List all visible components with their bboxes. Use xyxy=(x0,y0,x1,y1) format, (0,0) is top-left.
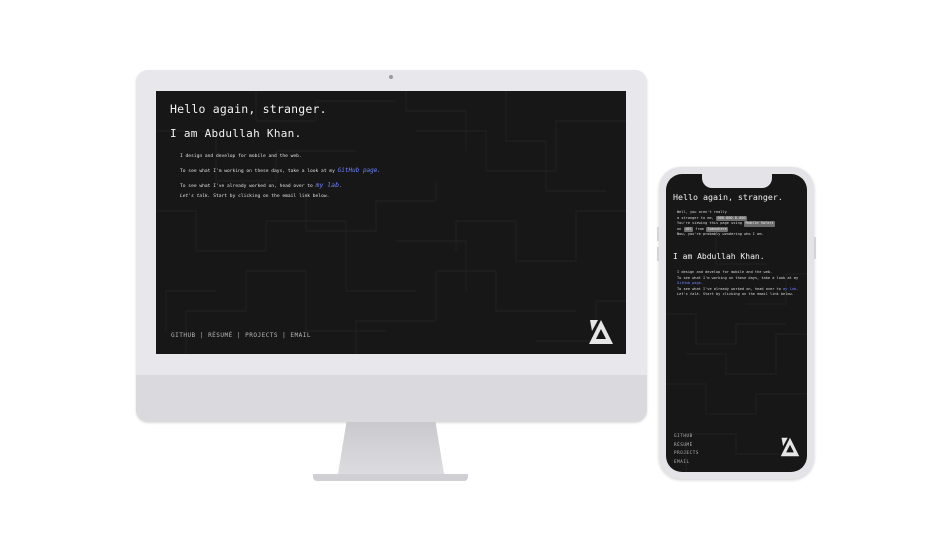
monitor-stand-neck xyxy=(338,422,444,474)
mobile-nav-projects-link[interactable]: PROJECTS xyxy=(674,449,699,458)
mobile-body-line-2: To see what I'm working on these days, t… xyxy=(677,276,803,287)
desktop-screen: Hello again, stranger. I am Abdullah Kha… xyxy=(156,91,626,354)
mobile-body-line-3-end: . xyxy=(796,286,799,291)
phone-side-button xyxy=(657,227,659,241)
logo-icon xyxy=(589,320,613,344)
desktop-monitor: Hello again, stranger. I am Abdullah Kha… xyxy=(136,70,647,422)
mobile-intro-line-4-text: on xyxy=(677,226,684,231)
intro-text: I design and develop for mobile and the … xyxy=(180,153,480,200)
nav-email-link[interactable]: EMAIL xyxy=(290,332,311,339)
mobile-intro-text: I design and develop for mobile and the … xyxy=(677,270,803,298)
mobile-intro-line-2-text: a stranger to me, xyxy=(677,215,716,220)
intro-line-2-end: . xyxy=(377,169,381,174)
mobile-name-heading: I am Abdullah Khan. xyxy=(673,252,765,261)
mobile-logo-icon xyxy=(780,437,800,457)
mobile-body-line-2-end: . xyxy=(700,281,703,286)
nav-separator: | xyxy=(282,332,287,339)
nav-separator: | xyxy=(236,332,241,339)
mobile-nav-email-link[interactable]: EMAIL xyxy=(674,458,699,467)
browser-badge: Mobile Safari xyxy=(744,221,776,227)
phone-side-button xyxy=(657,247,659,261)
name-heading: I am Abdullah Khan. xyxy=(170,127,302,140)
monitor-stand-foot xyxy=(313,474,468,481)
footer-nav: GITHUB | RÉSUMÉ | PROJECTS | EMAIL xyxy=(171,332,311,339)
intro-line-2: To see what I'm working on these days, t… xyxy=(180,167,480,175)
nav-resume-link[interactable]: RÉSUMÉ xyxy=(208,332,233,339)
intro-line-4: Let's talk. Start by clicking on the ema… xyxy=(180,193,480,200)
mobile-intro-line-4-mid: from xyxy=(693,226,706,231)
intro-line-3: To see what I've already worked on, head… xyxy=(180,182,480,190)
nav-github-link[interactable]: GITHUB xyxy=(171,332,196,339)
my-lab-link[interactable]: my lab xyxy=(316,181,339,189)
greeting-title: Hello again, stranger. xyxy=(170,102,327,116)
mobile-body-line-2-text: To see what I'm working on these days, t… xyxy=(677,275,799,280)
lets-talk-emphasis: Let's talk. xyxy=(180,194,211,199)
mobile-intro-line-5: Now, you're probably wondering who I am. xyxy=(677,232,764,237)
mobile-greeting-title: Hello again, stranger. xyxy=(673,192,783,202)
mobile-body-line-4-text: Start by clicking on the email link belo… xyxy=(700,292,794,297)
mobile-body-line-4: Let's talk. Start by clicking on the ema… xyxy=(677,292,803,298)
mobile-screen: Hello again, stranger. Well, you aren't … xyxy=(666,174,807,472)
mobile-github-page-link[interactable]: GitHub page xyxy=(677,281,701,285)
intro-line-2-text: To see what I'm working on these days, t… xyxy=(180,169,338,174)
mobile-footer-nav: GITHUB RÉSUMÉ PROJECTS EMAIL xyxy=(674,432,699,466)
mobile-lets-talk-emphasis: Let's talk. xyxy=(677,292,701,297)
mobile-nav-github-link[interactable]: GITHUB xyxy=(674,432,699,441)
phone-notch xyxy=(702,174,772,188)
phone-side-button xyxy=(814,237,816,259)
mobile-phone: Hello again, stranger. Well, you aren't … xyxy=(657,167,816,479)
intro-line-4-text: Start by clicking on the email link belo… xyxy=(210,194,330,199)
intro-line-3-text: To see what I've already worked on, head… xyxy=(180,184,316,189)
nav-projects-link[interactable]: PROJECTS xyxy=(245,332,278,339)
mobile-visitor-info: Well, you aren't really a stranger to me… xyxy=(677,210,805,238)
intro-line-1: I design and develop for mobile and the … xyxy=(180,154,302,159)
camera-dot xyxy=(389,75,393,79)
mobile-intro-line-3-text: You're viewing this page using xyxy=(677,221,745,226)
monitor-chin xyxy=(136,375,647,422)
mobile-body-line-3-text: To see what I've already worked on, head… xyxy=(677,286,784,291)
nav-separator: | xyxy=(199,332,204,339)
mobile-my-lab-link[interactable]: my lab xyxy=(783,287,796,291)
intro-line-3-end: . xyxy=(339,184,342,189)
mobile-nav-resume-link[interactable]: RÉSUMÉ xyxy=(674,441,699,450)
github-page-link[interactable]: GitHub page xyxy=(338,167,378,174)
